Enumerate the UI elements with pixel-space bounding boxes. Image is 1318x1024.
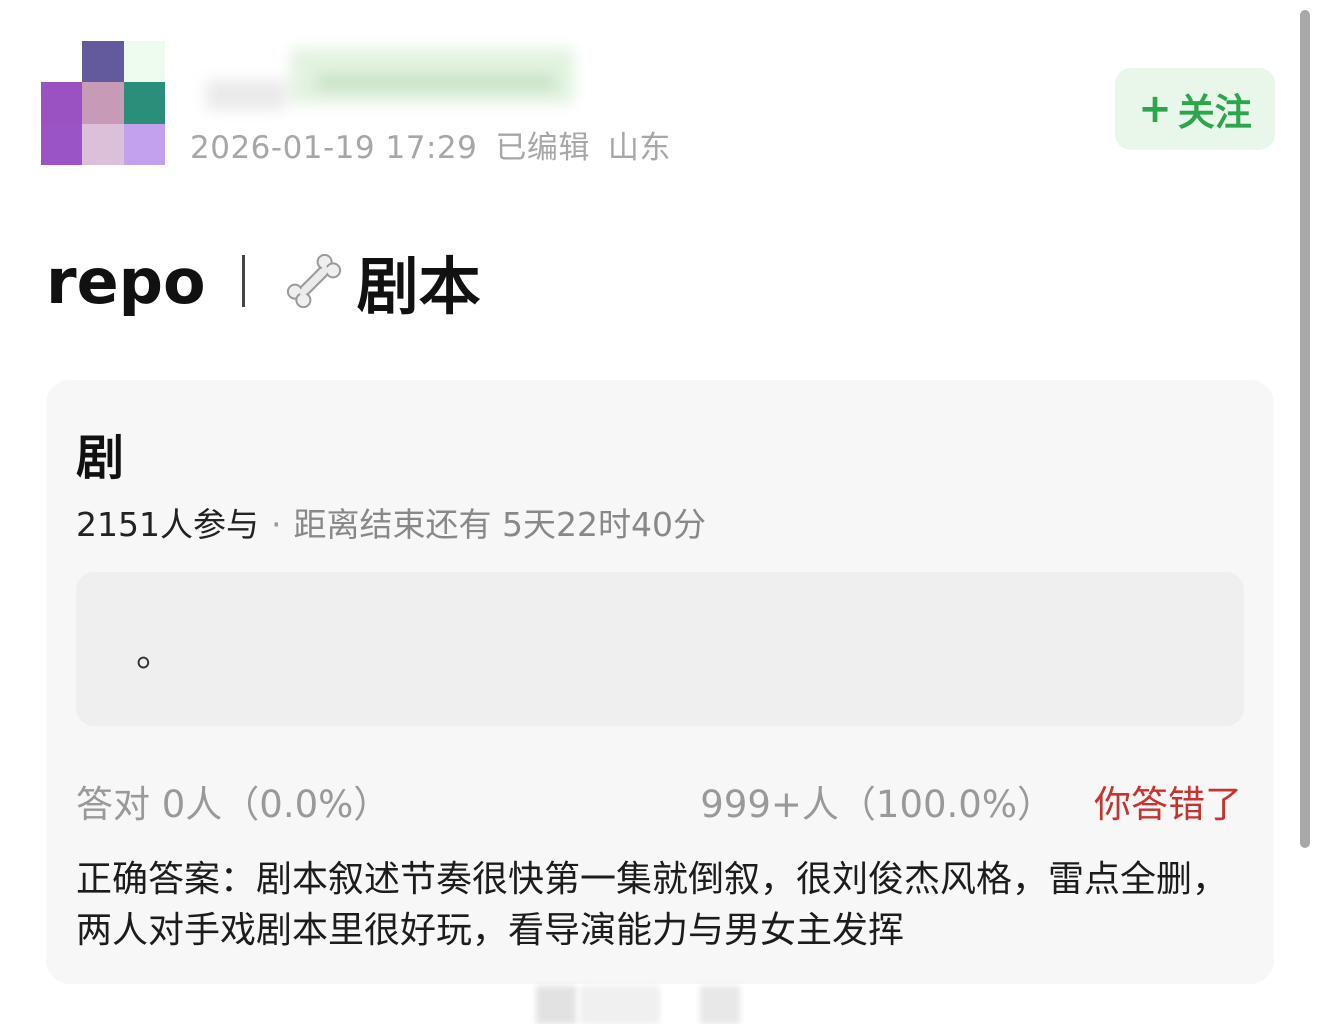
quiz-question: 剧: [76, 430, 125, 486]
user-result-badge: 你答错了: [1094, 783, 1242, 826]
quiz-stats: 2151人参与 · 距离结束还有 5天22时40分: [76, 498, 706, 546]
quiz-option-text: 。: [136, 631, 175, 675]
bone-icon: [286, 253, 341, 309]
correct-stats: 答对 0人（0.0%）: [76, 783, 391, 826]
post-timestamp: 2026-01-19 17:29: [190, 130, 478, 166]
title-divider: [241, 255, 245, 307]
time-remaining: 距离结束还有 5天22时40分: [293, 505, 706, 544]
plus-icon: +: [1138, 86, 1172, 132]
title-sub: 剧本: [356, 250, 481, 323]
post-meta: 2026-01-19 17:29 已编辑 山东: [190, 122, 689, 167]
follow-button[interactable]: + 关注: [1115, 68, 1275, 150]
correct-answer: 正确答案：剧本叙述节奏很快第一集就倒叙，很刘俊杰风格，雷点全删，两人对手戏剧本里…: [76, 859, 1229, 951]
follow-label: 关注: [1177, 91, 1252, 134]
quiz-option[interactable]: 。: [76, 572, 1244, 726]
post-edited-flag: 已编辑: [495, 130, 590, 166]
title-main: repo: [46, 244, 206, 318]
avatar[interactable]: [41, 41, 165, 165]
separator-dot: ·: [270, 505, 282, 544]
wrong-stats: 999+人（100.0%）: [700, 783, 1054, 826]
bottom-content-blurred: [530, 986, 750, 1024]
author-name-blurred[interactable]: [206, 44, 578, 110]
result-summary: 999+人（100.0%） 你答错了: [700, 774, 1242, 828]
post-page: 2026-01-19 17:29 已编辑 山东 + 关注 repo 剧本 剧 215…: [0, 0, 1318, 1024]
scrollbar[interactable]: [1300, 10, 1310, 848]
post-title: repo 剧本: [46, 236, 481, 326]
participant-count: 2151人参与: [76, 505, 259, 544]
post-location: 山东: [607, 130, 671, 166]
quiz-card: 剧 2151人参与 · 距离结束还有 5天22时40分 。 答对 0人（0.0%） …: [46, 380, 1274, 984]
